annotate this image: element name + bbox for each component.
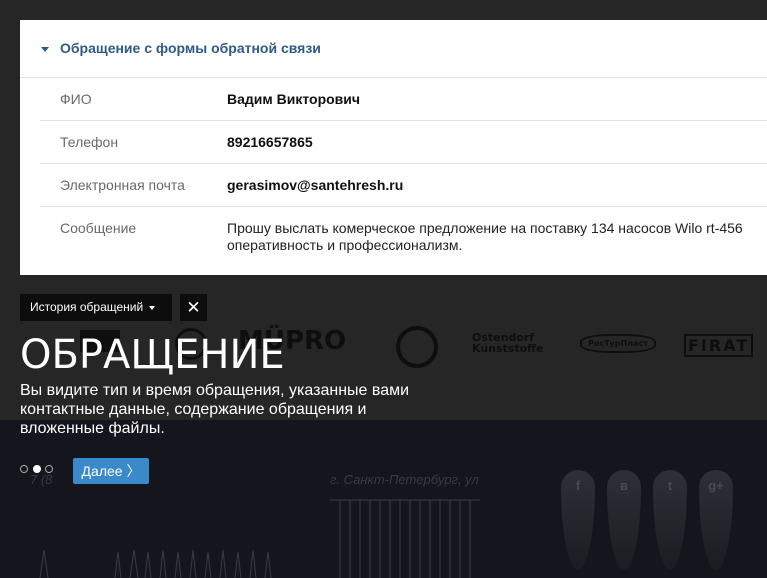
- row-label: Телефон: [60, 134, 119, 150]
- twitter-icon[interactable]: t: [653, 470, 687, 570]
- row-label: Электронная почта: [60, 177, 185, 193]
- vk-icon[interactable]: в: [607, 470, 641, 570]
- tour-title: ОБРАЩЕНИЕ: [20, 332, 285, 378]
- detail-row-message: Сообщение Прошу выслать комерческое пред…: [40, 207, 767, 275]
- close-button[interactable]: ✕: [180, 294, 207, 321]
- partner-logo-q: [396, 326, 438, 368]
- footer-decoration: [39, 549, 272, 578]
- message-line-2: оперативность и профессионализм.: [227, 237, 463, 253]
- detail-row-phone: Телефон 89216657865: [40, 121, 767, 164]
- footer-decoration-2: [330, 499, 480, 578]
- facebook-icon[interactable]: f: [561, 470, 595, 570]
- tour-description: Вы видите тип и время обращения, указанн…: [20, 382, 410, 437]
- partner-logo-ostendorf: Ostendorf Kunststoffe: [472, 331, 544, 355]
- card-title: Обращение с формы обратной связи: [60, 40, 321, 56]
- row-value: gerasimov@santehresh.ru: [227, 177, 404, 193]
- card-header[interactable]: Обращение с формы обратной связи: [20, 20, 767, 78]
- detail-row-name: ФИО Вадим Викторович: [40, 78, 767, 121]
- row-label: ФИО: [60, 91, 92, 107]
- partner-logo-rosturplast: РосТурПласт: [580, 334, 656, 353]
- step-dot[interactable]: [45, 465, 53, 473]
- row-label: Сообщение: [60, 220, 137, 236]
- row-value: 89216657865: [227, 134, 313, 150]
- step-dot-active[interactable]: [33, 465, 41, 473]
- message-line-1: Прошу выслать комерческое предложение на…: [227, 220, 743, 236]
- caret-down-icon: [41, 47, 49, 52]
- row-value: Вадим Викторович: [227, 91, 361, 107]
- footer-phone-fragment: 7 (8: [30, 472, 53, 487]
- detail-row-email: Электронная почта gerasimov@santehresh.r…: [40, 164, 767, 207]
- chevron-down-icon: [149, 305, 156, 310]
- footer-address: г. Санкт-Петербург, ул: [330, 472, 479, 487]
- partner-logo-firat: FIRAT: [684, 334, 754, 357]
- request-details-card: Обращение с формы обратной связи ФИО Вад…: [20, 20, 767, 275]
- next-button[interactable]: Далее 〉: [73, 458, 149, 484]
- history-label: История обращений: [30, 300, 144, 314]
- close-icon: ✕: [186, 298, 201, 317]
- step-dot[interactable]: [20, 465, 28, 473]
- google-plus-icon[interactable]: g+: [699, 470, 733, 570]
- history-dropdown-button[interactable]: История обращений: [20, 294, 172, 321]
